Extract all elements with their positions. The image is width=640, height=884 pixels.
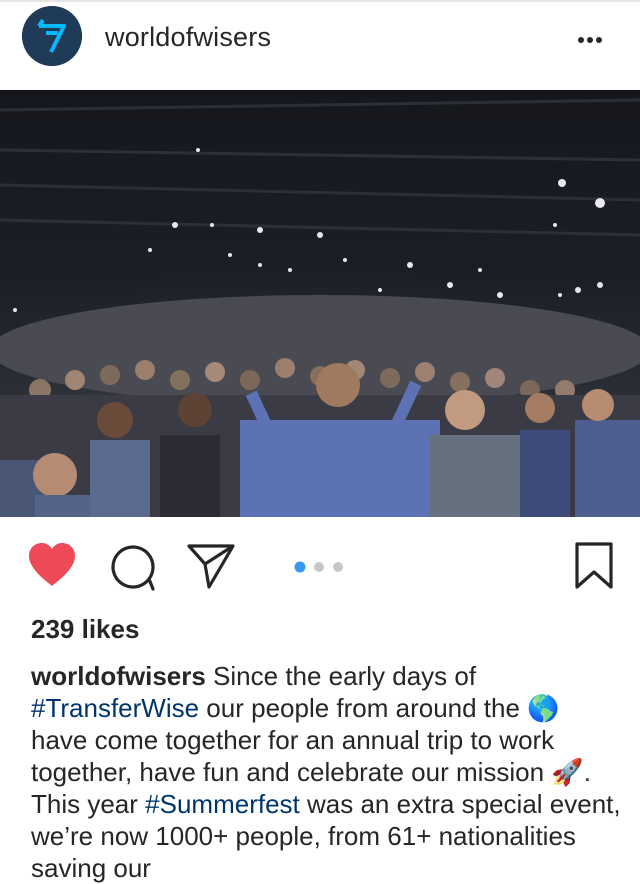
- caption-text: have come together for an annual trip to…: [31, 725, 555, 787]
- more-options-icon[interactable]: [578, 30, 614, 46]
- event-photo: [0, 90, 640, 517]
- post-image[interactable]: [0, 90, 640, 517]
- globe-emoji: 🌎: [527, 693, 560, 723]
- caption-text: Since the early days of: [205, 661, 477, 691]
- post-caption: worldofwisers Since the early days of #T…: [31, 660, 621, 884]
- hashtag-link[interactable]: #Summerfest: [145, 789, 300, 819]
- carousel-dots: [294, 560, 354, 573]
- avatar[interactable]: [22, 6, 82, 66]
- hashtag-link[interactable]: #TransferWise: [31, 693, 199, 723]
- comment-icon[interactable]: [108, 543, 156, 591]
- like-count[interactable]: 239 likes: [31, 614, 139, 645]
- carousel-dot: [333, 562, 343, 572]
- carousel-dot: [314, 562, 324, 572]
- post-username[interactable]: worldofwisers: [105, 22, 271, 53]
- transferwise-logo-icon: [22, 6, 82, 66]
- caption-text: our people from around the: [199, 693, 528, 723]
- bookmark-icon[interactable]: [574, 542, 614, 590]
- carousel-dot-active: [294, 561, 306, 573]
- rocket-emoji: 🚀: [551, 757, 584, 787]
- caption-username[interactable]: worldofwisers: [31, 661, 206, 691]
- heart-icon[interactable]: [27, 542, 77, 588]
- action-bar: [0, 530, 640, 600]
- post-header: worldofwisers: [0, 2, 640, 90]
- send-icon[interactable]: [186, 542, 236, 590]
